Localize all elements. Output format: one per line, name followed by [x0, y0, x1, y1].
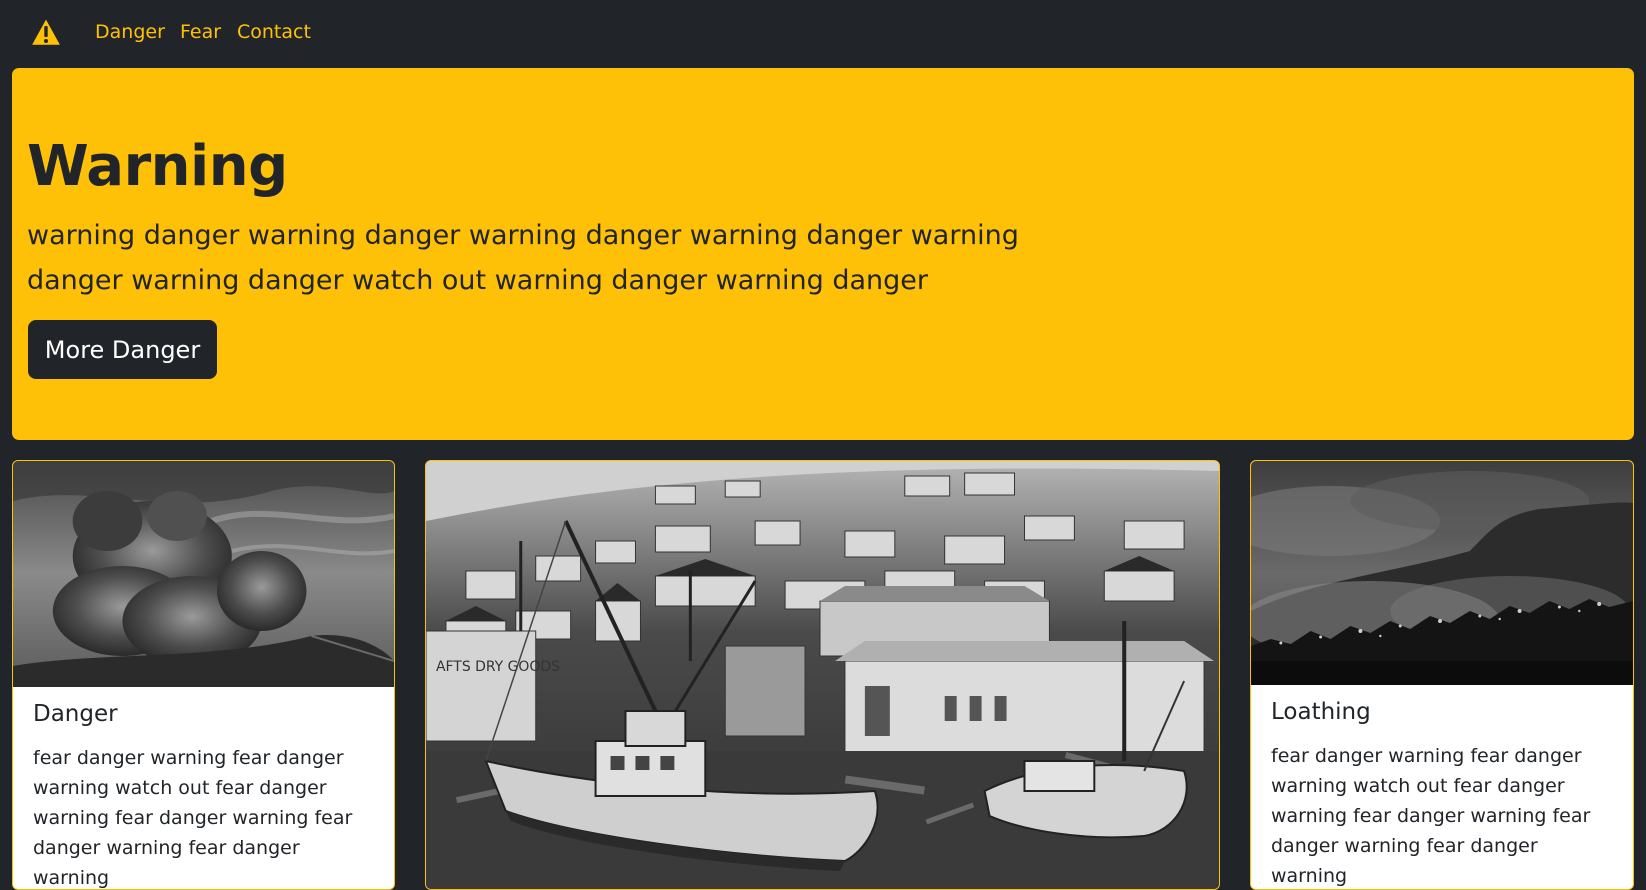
- hero-text: warning danger warning danger warning da…: [27, 220, 1019, 296]
- more-danger-button[interactable]: More Danger: [28, 320, 217, 379]
- hero-banner: Warning warning danger warning danger wa…: [12, 68, 1634, 440]
- card-text: fear danger warning fear danger warning …: [33, 747, 353, 889]
- nav-link-danger[interactable]: Danger: [95, 19, 165, 45]
- forest-fire-mountain-photo: [1251, 461, 1633, 685]
- card-danger: Danger fear danger warning fear danger w…: [12, 460, 395, 890]
- nav-link-fear[interactable]: Fear: [180, 19, 221, 45]
- volcano-eruption-photo: [13, 461, 394, 687]
- warning-triangle-icon[interactable]: [28, 14, 64, 50]
- card-loathing: Loathing fear danger warning fear danger…: [1250, 460, 1634, 890]
- card-title: Danger: [33, 701, 118, 727]
- card-harbor: AFTS DRY GOODS: [425, 460, 1220, 890]
- svg-text:AFTS DRY GOODS: AFTS DRY GOODS: [436, 659, 560, 675]
- card-text: fear danger warning fear danger warning …: [1271, 745, 1591, 887]
- hero-title: Warning: [27, 134, 288, 199]
- navbar: Danger Fear Contact: [0, 0, 1646, 64]
- tsunami-harbor-wreckage-photo: AFTS DRY GOODS: [426, 461, 1219, 889]
- card-title: Loathing: [1271, 699, 1371, 725]
- nav-link-contact[interactable]: Contact: [237, 19, 311, 45]
